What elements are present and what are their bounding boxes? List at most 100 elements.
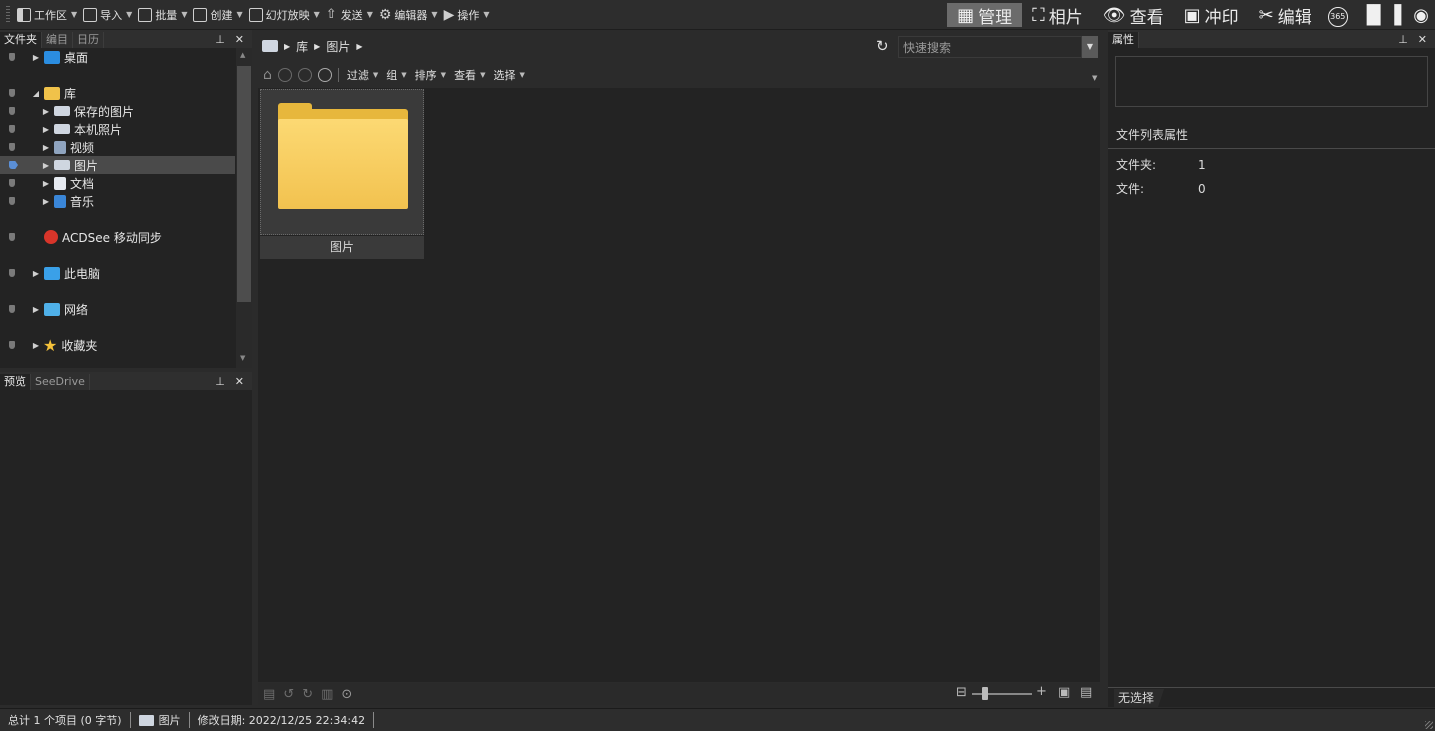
chevron-right-icon[interactable]: ▶ <box>31 341 41 350</box>
slideshow-menu[interactable]: 幻灯放映 ▼ <box>246 4 323 26</box>
tab-calendar[interactable]: 日历 <box>73 32 104 48</box>
tree-item-network[interactable]: ▶ 网络 <box>0 300 235 318</box>
thumbnail-folder-pictures[interactable] <box>260 89 424 235</box>
home-icon[interactable]: ⌂ <box>263 67 272 83</box>
computer-icon[interactable] <box>262 40 278 52</box>
slideshow-play-icon[interactable]: ⊙ <box>341 687 352 702</box>
create-menu[interactable]: 创建 ▼ <box>190 4 245 26</box>
rotate-right-icon[interactable]: ↻ <box>302 687 313 702</box>
tree-item-acdsee-sync[interactable]: ACDSee 移动同步 <box>0 228 235 246</box>
search-dropdown-button[interactable]: ▼ <box>1082 36 1098 58</box>
zoom-slider[interactable] <box>972 693 1032 695</box>
pin-icon[interactable] <box>9 161 18 169</box>
close-icon[interactable]: ✕ <box>235 374 244 390</box>
pin-icon[interactable] <box>9 179 15 187</box>
zoom-in-icon[interactable]: + <box>1036 684 1047 699</box>
chevron-right-icon[interactable]: ▶ <box>31 53 41 62</box>
up-icon[interactable] <box>317 68 332 82</box>
toolbar-grip[interactable] <box>6 5 10 24</box>
tree-item-saved-pictures[interactable]: ▶ 保存的图片 <box>0 102 235 120</box>
chevron-right-icon[interactable]: ▶ <box>41 161 51 170</box>
chevron-right-icon[interactable]: ▶ <box>314 42 320 51</box>
tab-folders[interactable]: 文件夹 <box>0 32 42 48</box>
forward-icon[interactable] <box>297 68 312 82</box>
batch-rename-icon[interactable]: ▤ <box>263 687 275 702</box>
scroll-down-arrow-icon[interactable]: ▼ <box>240 354 245 362</box>
chevron-right-icon[interactable]: ▶ <box>41 125 51 134</box>
tab-preview[interactable]: 预览 <box>0 374 31 390</box>
pin-icon[interactable] <box>9 341 15 349</box>
batch-menu[interactable]: 批量 ▼ <box>135 4 190 26</box>
editor-menu[interactable]: ⚙ 编辑器 ▼ <box>376 4 441 26</box>
view-menu[interactable]: 查看 ▼ <box>454 67 485 83</box>
rotate-left-icon[interactable]: ↺ <box>283 687 294 702</box>
action-menu[interactable]: ▶ 操作 ▼ <box>441 4 493 26</box>
tree-item-documents[interactable]: ▶ 文档 <box>0 174 235 192</box>
group-menu[interactable]: 组 ▼ <box>386 67 406 83</box>
acdsee-365-button[interactable]: 365 <box>1322 3 1354 27</box>
tree-item-this-pc[interactable]: ▶ 此电脑 <box>0 264 235 282</box>
dashboard-button[interactable]: ▐▌▐ <box>1354 5 1408 26</box>
workspace-menu[interactable]: 工作区 ▼ <box>14 4 80 26</box>
layers-icon[interactable]: ▥ <box>321 687 333 702</box>
breadcrumb-library[interactable]: 库 <box>296 38 308 55</box>
chevron-right-icon[interactable]: ▶ <box>284 42 290 51</box>
tree-item-pictures[interactable]: ▶ 图片 <box>0 156 235 174</box>
tab-no-selection[interactable]: 无选择 <box>1114 689 1165 707</box>
scroll-thumb[interactable] <box>237 66 251 302</box>
thumbnail-caption-bar[interactable]: 图片 <box>260 236 424 259</box>
toolbar-overflow-icon[interactable]: ▼ <box>1092 74 1097 82</box>
tree-item-camera-roll[interactable]: ▶ 本机照片 <box>0 120 235 138</box>
pin-icon[interactable] <box>9 107 15 115</box>
mode-photos-button[interactable]: ⛶ 相片 <box>1022 3 1093 28</box>
pin-icon[interactable] <box>9 305 15 313</box>
pin-icon[interactable] <box>9 89 15 97</box>
chevron-right-icon[interactable]: ▶ <box>31 305 41 314</box>
chevron-right-icon[interactable]: ▶ <box>41 107 51 116</box>
send-menu[interactable]: ⇧ 发送 ▼ <box>323 4 376 26</box>
chevron-right-icon[interactable]: ▶ <box>41 179 51 188</box>
back-icon[interactable] <box>277 68 292 82</box>
chevron-right-icon[interactable]: ▶ <box>41 197 51 206</box>
pin-icon[interactable] <box>9 143 15 151</box>
tree-item-favorites[interactable]: ▶ ★ 收藏夹 <box>0 336 235 355</box>
tree-item-desktop[interactable]: ▶ 桌面 <box>0 48 235 66</box>
filter-menu[interactable]: 过滤 ▼ <box>347 67 378 83</box>
live-view-button[interactable]: ◉ <box>1407 5 1435 26</box>
pin-icon[interactable] <box>9 269 15 277</box>
pin-icon[interactable] <box>9 53 15 61</box>
import-menu[interactable]: 导入 ▼ <box>80 4 135 26</box>
tab-properties[interactable]: 属性 <box>1108 32 1139 48</box>
pin-icon[interactable]: ⊥ <box>215 374 225 390</box>
scroll-up-arrow-icon[interactable]: ▲ <box>240 51 245 59</box>
select-menu[interactable]: 选择 ▼ <box>493 67 524 83</box>
zoom-out-icon[interactable]: ⊟ <box>956 685 967 700</box>
mode-manage-button[interactable]: ▦ 管理 <box>947 3 1023 28</box>
tree-item-music[interactable]: ▶ 音乐 <box>0 192 235 210</box>
pin-icon[interactable]: ⊥ <box>215 32 225 48</box>
mode-view-button[interactable]: 👁 查看 <box>1093 3 1174 28</box>
mode-develop-button[interactable]: ▣ 冲印 <box>1174 3 1249 28</box>
sort-menu[interactable]: 排序 ▼ <box>415 67 446 83</box>
tab-catalog[interactable]: 编目 <box>42 32 73 48</box>
image-view-icon[interactable]: ▣ <box>1058 685 1070 700</box>
pin-icon[interactable]: ⊥ <box>1398 32 1408 48</box>
chevron-right-icon[interactable]: ▶ <box>356 42 362 51</box>
tree-item-library[interactable]: ◢ 库 <box>0 84 235 102</box>
zoom-slider-thumb[interactable] <box>982 687 988 700</box>
tab-seedrive[interactable]: SeeDrive <box>31 374 90 390</box>
pin-icon[interactable] <box>9 125 15 133</box>
refresh-icon[interactable]: ↻ <box>876 37 889 55</box>
close-icon[interactable]: ✕ <box>235 32 244 48</box>
chevron-down-icon[interactable]: ◢ <box>31 89 41 98</box>
pin-icon[interactable] <box>9 197 15 205</box>
quick-search-input[interactable]: 快速搜索 <box>898 36 1082 58</box>
details-view-icon[interactable]: ▤ <box>1080 685 1092 700</box>
tree-item-videos[interactable]: ▶ 视频 <box>0 138 235 156</box>
resize-grip-icon[interactable] <box>1425 721 1433 729</box>
chevron-right-icon[interactable]: ▶ <box>41 143 51 152</box>
pin-icon[interactable] <box>9 233 15 241</box>
mode-edit-button[interactable]: ✂ 编辑 <box>1249 3 1322 28</box>
chevron-right-icon[interactable]: ▶ <box>31 269 41 278</box>
close-icon[interactable]: ✕ <box>1418 32 1427 48</box>
